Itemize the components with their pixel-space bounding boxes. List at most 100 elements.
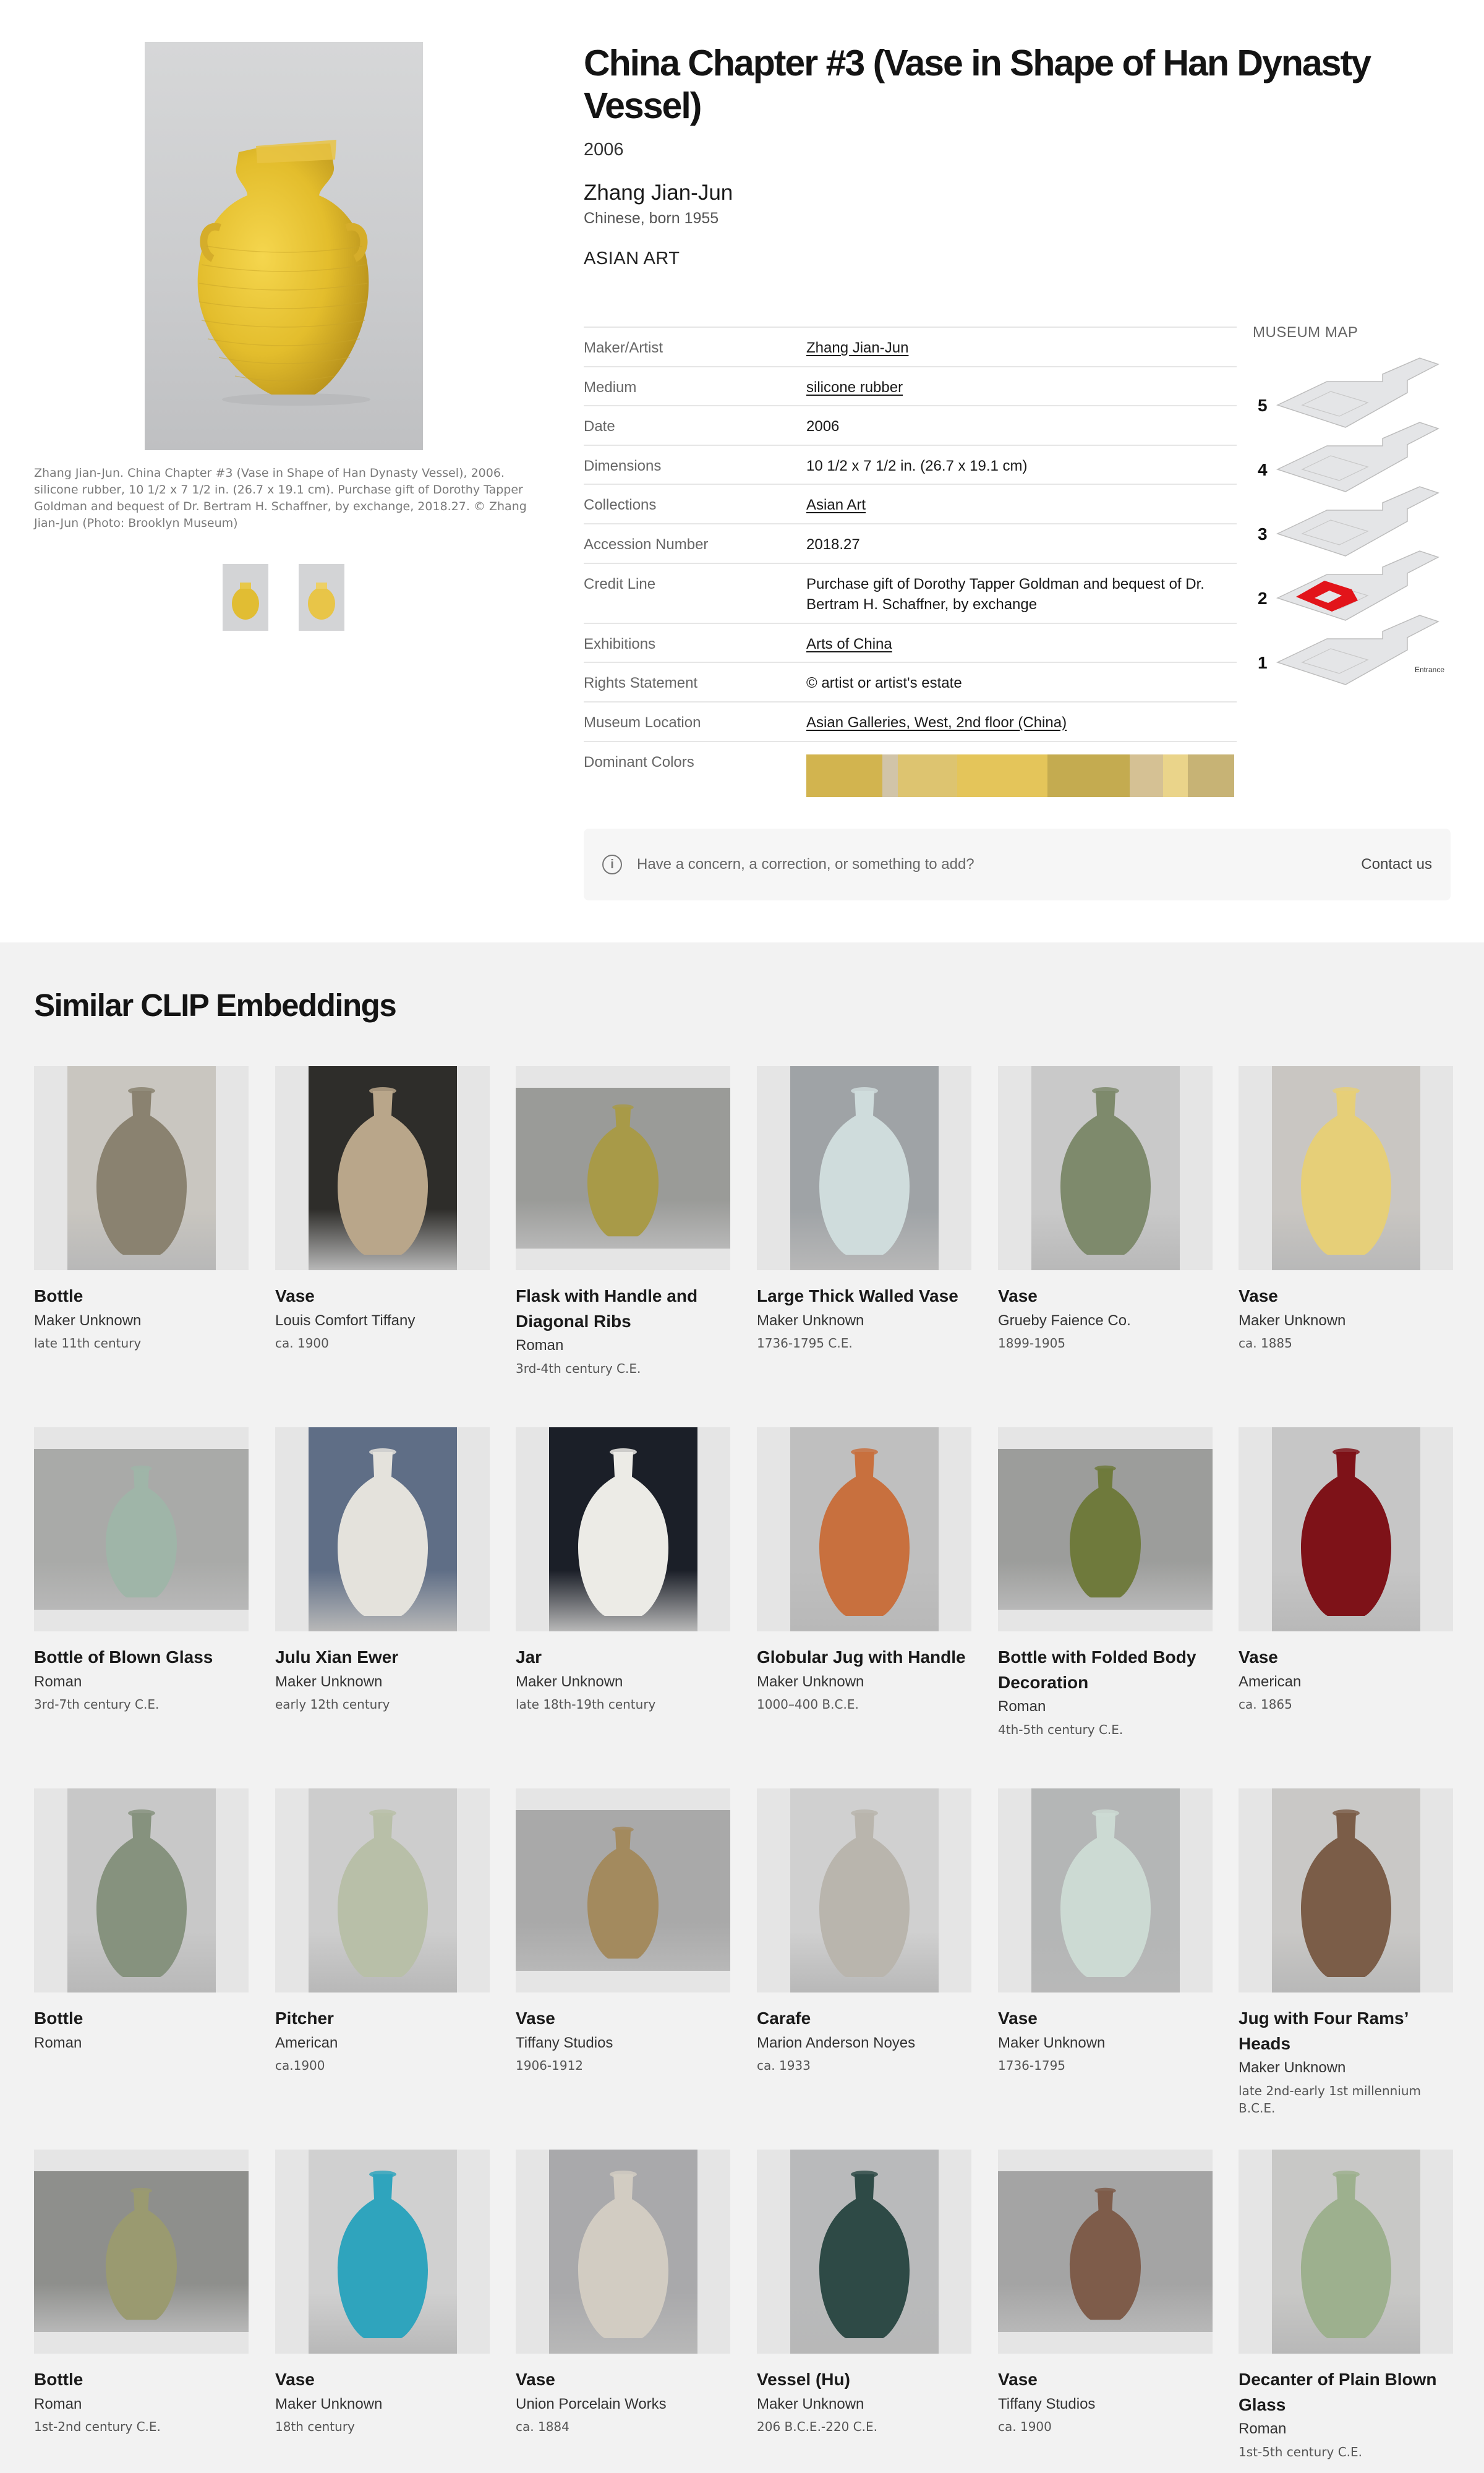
similar-card[interactable]: Bottle with Folded Body Decoration Roman 4…	[998, 1427, 1213, 1738]
similar-card[interactable]: Decanter of Plain Blown Glass Roman 1st-5t…	[1239, 2150, 1453, 2461]
similar-card-image[interactable]	[757, 1066, 971, 1270]
similar-card[interactable]: Vase American ca. 1865	[1239, 1427, 1453, 1713]
exhibitions-link[interactable]: Arts of China	[806, 634, 1237, 655]
vessel-body	[819, 1091, 910, 1255]
similar-card-title[interactable]: Jar	[516, 1645, 730, 1670]
similar-card-title[interactable]: Bottle of Blown Glass	[34, 1645, 249, 1670]
similar-card[interactable]: Vase Maker Unknown ca. 1885	[1239, 1066, 1453, 1352]
similar-card[interactable]: Vase Tiffany Studios ca. 1900	[998, 2150, 1213, 2435]
similar-card-title[interactable]: Julu Xian Ewer	[275, 1645, 490, 1670]
similar-card-image[interactable]	[757, 1788, 971, 1992]
similar-card[interactable]: Flask with Handle and Diagonal Ribs Roman…	[516, 1066, 730, 1377]
museum-map[interactable]: 5 4 3 2 1 Entrance	[1253, 356, 1457, 693]
floor-plan-3[interactable]	[1276, 486, 1439, 557]
similar-card-image[interactable]	[516, 1427, 730, 1631]
similar-card-title[interactable]: Vase	[1239, 1284, 1453, 1309]
similar-card-date: 1st-2nd century C.E.	[34, 2419, 161, 2435]
similar-card[interactable]: Jar Maker Unknown late 18th-19th century	[516, 1427, 730, 1713]
similar-card-title[interactable]: Jug with Four Rams’ Heads	[1239, 2006, 1453, 2056]
similar-card-image[interactable]	[998, 1427, 1213, 1631]
similar-card-title[interactable]: Flask with Handle and Diagonal Ribs	[516, 1284, 730, 1334]
contact-us-link[interactable]: Contact us	[1361, 856, 1432, 873]
similar-card[interactable]: Globular Jug with Handle Maker Unknown 100…	[757, 1427, 971, 1713]
similar-card-image[interactable]	[34, 1788, 249, 1992]
similar-card-image[interactable]	[1239, 1066, 1453, 1270]
dimensions-value: 10 1/2 x 7 1/2 in. (26.7 x 19.1 cm)	[806, 457, 1028, 474]
similar-card-title[interactable]: Bottle	[34, 2367, 249, 2393]
medium-link[interactable]: silicone rubber	[806, 377, 1237, 398]
thumbnail-1[interactable]	[223, 564, 268, 631]
similar-card-image[interactable]	[34, 1427, 249, 1631]
vessel-body	[1060, 1091, 1151, 1255]
similar-card[interactable]: Bottle of Blown Glass Roman 3rd-7th centur…	[34, 1427, 249, 1713]
similar-card-image[interactable]	[1239, 2150, 1453, 2354]
similar-card[interactable]: Bottle Maker Unknown late 11th century	[34, 1066, 249, 1352]
vessel-body	[337, 2174, 428, 2338]
similar-card[interactable]: Vase Maker Unknown 18th century	[275, 2150, 490, 2435]
similar-card-title[interactable]: Vase	[516, 2367, 730, 2393]
similar-card[interactable]: Vase Tiffany Studios 1906-1912	[516, 1788, 730, 2074]
department-label[interactable]: ASIAN ART	[584, 249, 680, 269]
similar-card-image[interactable]	[516, 1788, 730, 1992]
similar-card[interactable]: Pitcher American ca.1900	[275, 1788, 490, 2074]
similar-card-title[interactable]: Vase	[1239, 1645, 1453, 1670]
similar-card-image[interactable]	[757, 1427, 971, 1631]
similar-card-image[interactable]	[275, 1788, 490, 1992]
similar-card-title[interactable]: Carafe	[757, 2006, 971, 2031]
similar-card-title[interactable]: Bottle	[34, 1284, 249, 1309]
similar-card[interactable]: Jug with Four Rams’ Heads Maker Unknown la…	[1239, 1788, 1453, 2117]
photo-background	[790, 2150, 939, 2354]
maker-link[interactable]: Zhang Jian-Jun	[806, 338, 1237, 359]
similar-card-title[interactable]: Large Thick Walled Vase	[757, 1284, 971, 1309]
similar-card-image[interactable]	[998, 2150, 1213, 2354]
similar-card-title[interactable]: Vase	[998, 2367, 1213, 2393]
similar-card-image[interactable]	[34, 2150, 249, 2354]
similar-card[interactable]: Bottle Roman	[34, 1788, 249, 2053]
similar-card[interactable]: Carafe Marion Anderson Noyes ca. 1933	[757, 1788, 971, 2074]
similar-card[interactable]: Vessel (Hu) Maker Unknown 206 B.C.E.-220 C…	[757, 2150, 971, 2435]
similar-card-image[interactable]	[998, 1066, 1213, 1270]
similar-card-image[interactable]	[516, 1066, 730, 1270]
photo-background	[790, 1066, 939, 1270]
similar-card[interactable]: Vase Union Porcelain Works ca. 1884	[516, 2150, 730, 2435]
artist-name[interactable]: Zhang Jian-Jun	[584, 181, 733, 205]
similar-card-image[interactable]	[516, 2150, 730, 2354]
similar-card-title[interactable]: Vase	[998, 1284, 1213, 1309]
floor-plan-2[interactable]	[1276, 550, 1439, 621]
similar-card[interactable]: Bottle Roman 1st-2nd century C.E.	[34, 2150, 249, 2435]
similar-card-image[interactable]	[275, 2150, 490, 2354]
vessel-lip	[850, 1448, 878, 1456]
thumbnail-2[interactable]	[299, 564, 344, 631]
similar-card-title[interactable]: Bottle	[34, 2006, 249, 2031]
similar-card-title[interactable]: Bottle with Folded Body Decoration	[998, 1645, 1213, 1695]
similar-card-image[interactable]	[757, 2150, 971, 2354]
similar-card-image[interactable]	[275, 1066, 490, 1270]
similar-card-image[interactable]	[1239, 1788, 1453, 1992]
floor-plan-5[interactable]	[1276, 357, 1439, 428]
similar-card[interactable]: Vase Louis Comfort Tiffany ca. 1900	[275, 1066, 490, 1352]
similar-card-title[interactable]: Pitcher	[275, 2006, 490, 2031]
similar-card-maker: Maker Unknown	[757, 1673, 864, 1690]
similar-card-image[interactable]	[998, 1788, 1213, 1992]
similar-card-image[interactable]	[1239, 1427, 1453, 1631]
location-link[interactable]: Asian Galleries, West, 2nd floor (China)	[806, 712, 1237, 733]
similar-card-title[interactable]: Vase	[516, 2006, 730, 2031]
similar-card-title[interactable]: Vase	[275, 1284, 490, 1309]
vessel-lip	[609, 1448, 637, 1456]
concern-text: Have a concern, a correction, or somethi…	[637, 856, 974, 873]
similar-card-image[interactable]	[275, 1427, 490, 1631]
similar-card-title[interactable]: Vessel (Hu)	[757, 2367, 971, 2393]
artwork-main-image[interactable]	[145, 42, 423, 450]
similar-card[interactable]: Vase Maker Unknown 1736-1795	[998, 1788, 1213, 2074]
similar-card[interactable]: Julu Xian Ewer Maker Unknown early 12th ce…	[275, 1427, 490, 1713]
collections-link[interactable]: Asian Art	[806, 495, 1237, 516]
floor-plan-1[interactable]	[1276, 615, 1439, 685]
similar-card-title[interactable]: Vase	[275, 2367, 490, 2393]
similar-card-title[interactable]: Decanter of Plain Blown Glass	[1239, 2367, 1453, 2417]
similar-card-title[interactable]: Globular Jug with Handle	[757, 1645, 971, 1670]
similar-card-image[interactable]	[34, 1066, 249, 1270]
similar-card-title[interactable]: Vase	[998, 2006, 1213, 2031]
similar-card[interactable]: Vase Grueby Faience Co. 1899-1905	[998, 1066, 1213, 1352]
similar-card[interactable]: Large Thick Walled Vase Maker Unknown 1736…	[757, 1066, 971, 1352]
floor-plan-4[interactable]	[1276, 422, 1439, 492]
